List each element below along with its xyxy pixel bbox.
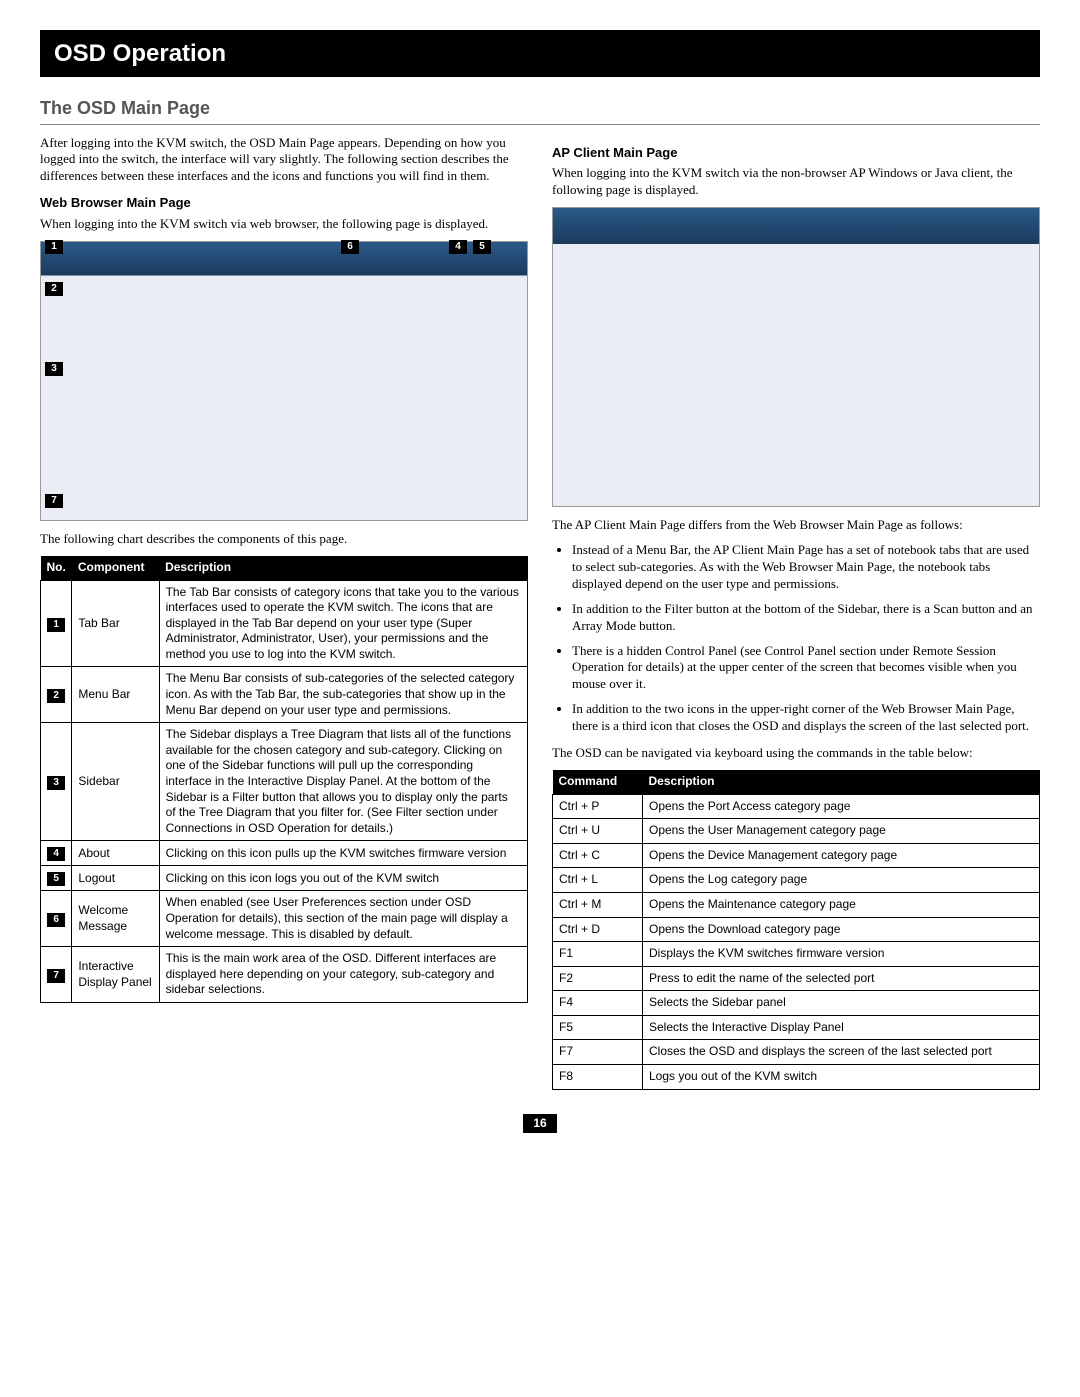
cmd-desc: Opens the Log category page [643, 868, 1040, 893]
row-component: Welcome Message [72, 891, 159, 947]
table-row: Ctrl + COpens the Device Management cate… [553, 843, 1040, 868]
table-row: 4 About Clicking on this icon pulls up t… [41, 841, 528, 866]
table-row: 1 Tab Bar The Tab Bar consists of catego… [41, 580, 528, 667]
table-row: F5Selects the Interactive Display Panel [553, 1015, 1040, 1040]
cmd-desc: Selects the Interactive Display Panel [643, 1015, 1040, 1040]
chapter-header: OSD Operation [40, 30, 1040, 77]
table-row: F8Logs you out of the KVM switch [553, 1065, 1040, 1090]
cmd-desc: Selects the Sidebar panel [643, 991, 1040, 1016]
table-row: Ctrl + POpens the Port Access category p… [553, 794, 1040, 819]
table-row: 6 Welcome Message When enabled (see User… [41, 891, 528, 947]
cmd-desc: Closes the OSD and displays the screen o… [643, 1040, 1040, 1065]
intro-paragraph: After logging into the KVM switch, the O… [40, 135, 528, 186]
cmd-cell: Ctrl + L [553, 868, 643, 893]
cmd-cell: Ctrl + M [553, 892, 643, 917]
cmd-cell: F2 [553, 966, 643, 991]
section-header: The OSD Main Page [40, 91, 1040, 124]
list-item: Instead of a Menu Bar, the AP Client Mai… [572, 542, 1040, 593]
cmd-desc: Press to edit the name of the selected p… [643, 966, 1040, 991]
comp-th-no: No. [41, 556, 72, 580]
ap-client-para: When logging into the KVM switch via the… [552, 165, 1040, 199]
table-row: 7 Interactive Display Panel This is the … [41, 947, 528, 1003]
cmd-cell: Ctrl + U [553, 819, 643, 844]
cmd-cell: F8 [553, 1065, 643, 1090]
comp-th-comp: Component [72, 556, 159, 580]
list-item: In addition to the Filter button at the … [572, 601, 1040, 635]
table-row: Ctrl + DOpens the Download category page [553, 917, 1040, 942]
row-desc: This is the main work area of the OSD. D… [159, 947, 527, 1003]
ap-client-screenshot [552, 207, 1040, 507]
cmd-th-command: Command [553, 770, 643, 794]
comp-th-desc: Description [159, 556, 527, 580]
ap-diff-list: Instead of a Menu Bar, the AP Client Mai… [552, 542, 1040, 735]
table-row: Ctrl + UOpens the User Management catego… [553, 819, 1040, 844]
table-row: F2Press to edit the name of the selected… [553, 966, 1040, 991]
cmd-cell: F7 [553, 1040, 643, 1065]
table-row: Ctrl + LOpens the Log category page [553, 868, 1040, 893]
callout-5: 5 [473, 240, 491, 254]
row-num: 2 [47, 689, 65, 703]
cmd-cell: F1 [553, 942, 643, 967]
components-table: No. Component Description 1 Tab Bar The … [40, 556, 528, 1003]
right-column: AP Client Main Page When logging into th… [552, 135, 1040, 1090]
list-item: There is a hidden Control Panel (see Con… [572, 643, 1040, 694]
components-chart-intro: The following chart describes the compon… [40, 531, 528, 548]
row-num: 3 [47, 776, 65, 790]
cmd-cell: Ctrl + C [553, 843, 643, 868]
ap-client-heading: AP Client Main Page [552, 145, 1040, 162]
row-component: Sidebar [72, 723, 159, 841]
ap-diff-intro: The AP Client Main Page differs from the… [552, 517, 1040, 534]
cmd-desc: Opens the Port Access category page [643, 794, 1040, 819]
row-component: Logout [72, 866, 159, 891]
table-row: F4Selects the Sidebar panel [553, 991, 1040, 1016]
table-row: 2 Menu Bar The Menu Bar consists of sub-… [41, 667, 528, 723]
callout-7: 7 [45, 494, 63, 508]
callout-4: 4 [449, 240, 467, 254]
list-item: In addition to the two icons in the uppe… [572, 701, 1040, 735]
cmd-cell: F5 [553, 1015, 643, 1040]
cmd-desc: Opens the Download category page [643, 917, 1040, 942]
row-component: Tab Bar [72, 580, 159, 667]
row-num: 6 [47, 913, 65, 927]
callout-3: 3 [45, 362, 63, 376]
table-row: 3 Sidebar The Sidebar displays a Tree Di… [41, 723, 528, 841]
row-num: 7 [47, 969, 65, 983]
cmd-cell: Ctrl + P [553, 794, 643, 819]
table-row: 5 Logout Clicking on this icon logs you … [41, 866, 528, 891]
table-row: F1Displays the KVM switches firmware ver… [553, 942, 1040, 967]
cmd-desc: Opens the Maintenance category page [643, 892, 1040, 917]
row-desc: The Tab Bar consists of category icons t… [159, 580, 527, 667]
callout-6: 6 [341, 240, 359, 254]
row-component: Menu Bar [72, 667, 159, 723]
left-column: After logging into the KVM switch, the O… [40, 135, 528, 1090]
callout-1: 1 [45, 240, 63, 254]
commands-table: Command Description Ctrl + POpens the Po… [552, 770, 1040, 1090]
row-num: 4 [47, 847, 65, 861]
cmd-cell: Ctrl + D [553, 917, 643, 942]
row-component: About [72, 841, 159, 866]
cmd-desc: Displays the KVM switches firmware versi… [643, 942, 1040, 967]
cmd-desc: Logs you out of the KVM switch [643, 1065, 1040, 1090]
cmd-cell: F4 [553, 991, 643, 1016]
cmd-th-desc: Description [643, 770, 1040, 794]
page-number-container: 16 [40, 1114, 1040, 1134]
table-row: Ctrl + MOpens the Maintenance category p… [553, 892, 1040, 917]
row-desc: When enabled (see User Preferences secti… [159, 891, 527, 947]
row-component: Interactive Display Panel [72, 947, 159, 1003]
web-browser-heading: Web Browser Main Page [40, 195, 528, 212]
row-desc: Clicking on this icon logs you out of th… [159, 866, 527, 891]
row-num: 5 [47, 872, 65, 886]
row-desc: The Sidebar displays a Tree Diagram that… [159, 723, 527, 841]
callout-2: 2 [45, 282, 63, 296]
web-browser-screenshot: 1 2 3 4 5 6 7 [40, 241, 528, 521]
table-row: F7Closes the OSD and displays the screen… [553, 1040, 1040, 1065]
cmd-desc: Opens the User Management category page [643, 819, 1040, 844]
web-browser-para: When logging into the KVM switch via web… [40, 216, 528, 233]
page-number: 16 [523, 1114, 556, 1134]
keyboard-intro: The OSD can be navigated via keyboard us… [552, 745, 1040, 762]
row-desc: The Menu Bar consists of sub-categories … [159, 667, 527, 723]
row-desc: Clicking on this icon pulls up the KVM s… [159, 841, 527, 866]
row-num: 1 [47, 618, 65, 632]
cmd-desc: Opens the Device Management category pag… [643, 843, 1040, 868]
